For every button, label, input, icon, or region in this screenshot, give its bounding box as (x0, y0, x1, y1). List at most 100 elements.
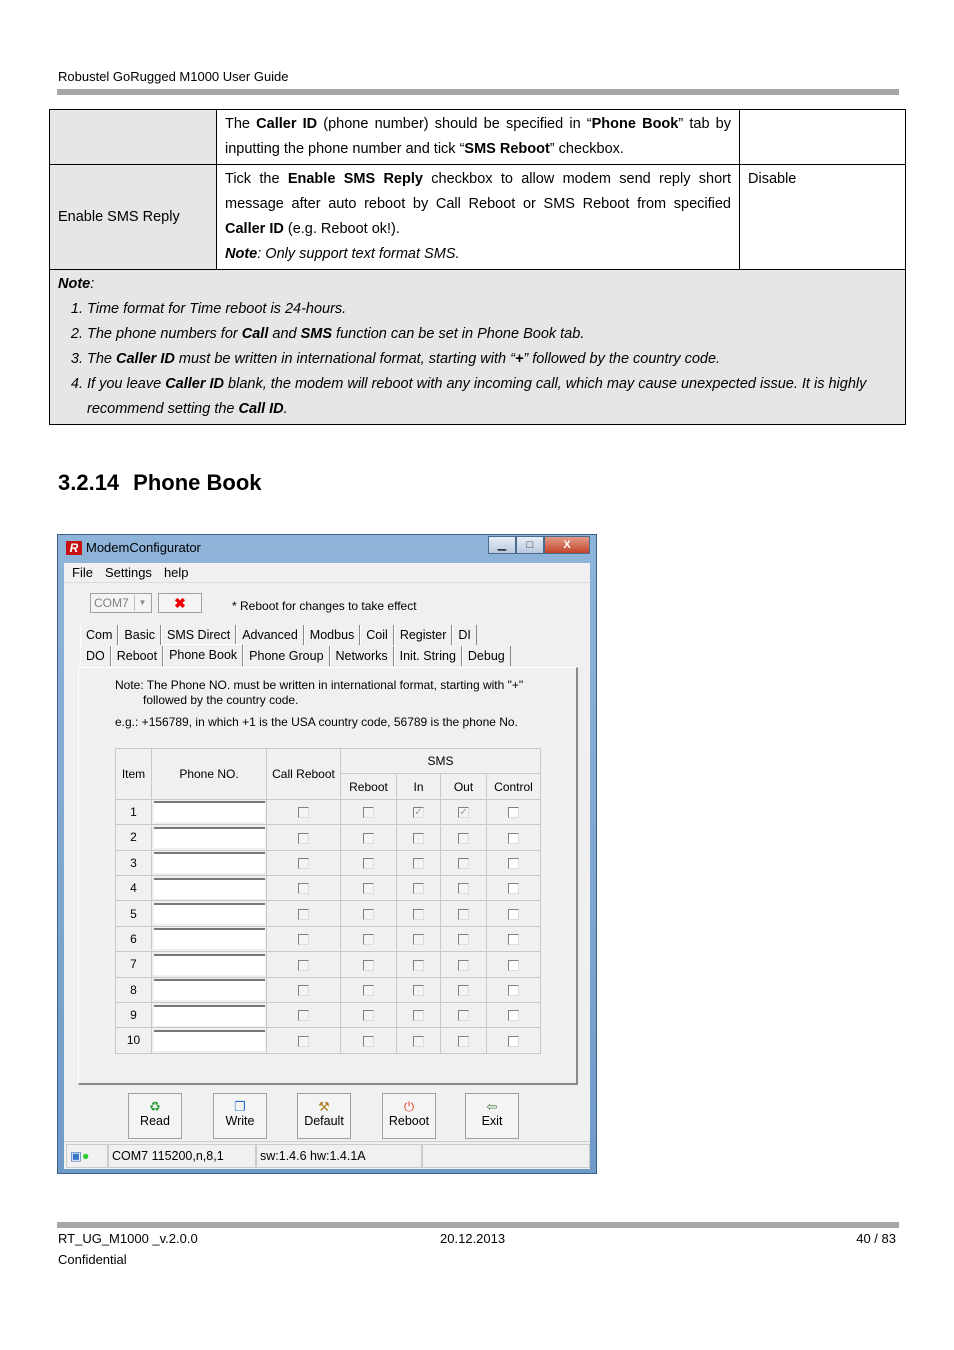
sms-in-checkbox[interactable] (413, 858, 424, 870)
sms-out-checkbox[interactable]: ✓ (458, 807, 469, 819)
sms-in-checkbox[interactable] (413, 883, 424, 895)
sms-control-checkbox[interactable] (508, 858, 519, 870)
disconnect-button[interactable]: ✖ (158, 593, 202, 613)
sms-in-checkbox[interactable] (413, 832, 424, 844)
sms-in-checkbox[interactable] (413, 985, 424, 997)
sms-reboot-checkbox[interactable] (363, 934, 374, 946)
tab-coil[interactable]: Coil (360, 625, 394, 645)
sms-in-checkbox[interactable] (413, 959, 424, 971)
sms-in-checkbox[interactable]: ✓ (413, 807, 424, 819)
sms-in-checkbox[interactable] (413, 1035, 424, 1047)
tab-debug[interactable]: Debug (461, 646, 511, 666)
sms-in-checkbox[interactable] (413, 934, 424, 946)
read-button[interactable]: ♻ Read (128, 1093, 182, 1139)
menu-help[interactable]: help (164, 563, 189, 582)
call-reboot-checkbox[interactable] (298, 959, 309, 971)
sms-out-cell: ✓ (440, 798, 487, 826)
sms-out-checkbox[interactable] (458, 985, 469, 997)
sms-out-checkbox[interactable] (458, 883, 469, 895)
phone-row: 4 (115, 874, 541, 902)
phone-input[interactable] (153, 877, 265, 899)
default-button[interactable]: ⚒ Default (297, 1093, 351, 1139)
call-reboot-checkbox[interactable] (298, 985, 309, 997)
exit-button[interactable]: ⇦ Exit (465, 1093, 519, 1139)
sms-control-checkbox[interactable] (508, 807, 519, 819)
sms-in-checkbox[interactable] (413, 908, 424, 920)
sms-reboot-checkbox[interactable] (363, 959, 374, 971)
maximize-button[interactable]: □ (516, 536, 544, 554)
app-logo-icon: R (66, 541, 82, 555)
phone-input[interactable] (153, 928, 265, 950)
phone-input[interactable] (153, 826, 265, 848)
write-button[interactable]: ❐ Write (213, 1093, 267, 1139)
sms-reboot-checkbox[interactable] (363, 807, 374, 819)
sms-reboot-checkbox[interactable] (363, 1035, 374, 1047)
sms-control-checkbox[interactable] (508, 908, 519, 920)
com-port-select[interactable]: COM7 ▼ (90, 593, 152, 613)
chevron-down-icon[interactable]: ▼ (134, 595, 150, 611)
sms-control-checkbox[interactable] (508, 1010, 519, 1022)
tab-modbus[interactable]: Modbus (303, 625, 361, 645)
tab-sms-direct[interactable]: SMS Direct (160, 625, 237, 645)
sms-control-checkbox[interactable] (508, 832, 519, 844)
call-reboot-checkbox[interactable] (298, 858, 309, 870)
sms-out-checkbox[interactable] (458, 832, 469, 844)
menu-file[interactable]: File (72, 563, 93, 582)
sms-control-checkbox[interactable] (508, 934, 519, 946)
sms-out-checkbox[interactable] (458, 908, 469, 920)
sms-out-checkbox[interactable] (458, 934, 469, 946)
tab-advanced[interactable]: Advanced (236, 625, 304, 645)
call-reboot-checkbox[interactable] (298, 908, 309, 920)
reboot-button[interactable]: ⏻ Reboot (382, 1093, 436, 1139)
phone-input[interactable] (153, 953, 265, 975)
sms-reboot-checkbox[interactable] (363, 985, 374, 997)
phone-input[interactable] (153, 979, 265, 1001)
tab-do[interactable]: DO (80, 646, 111, 666)
tab-register[interactable]: Register (393, 625, 453, 645)
tab-di[interactable]: DI (452, 625, 477, 645)
tab-phone-group[interactable]: Phone Group (243, 646, 330, 666)
phone-row: 7 (115, 951, 541, 978)
phone-input[interactable] (153, 903, 265, 925)
sms-control-checkbox[interactable] (508, 1035, 519, 1047)
tab-init-string[interactable]: Init. String (393, 646, 462, 666)
status-empty (422, 1144, 590, 1168)
call-reboot-checkbox[interactable] (298, 934, 309, 946)
com-port-value: COM7 (94, 596, 129, 610)
sms-reboot-checkbox[interactable] (363, 858, 374, 870)
tab-com[interactable]: Com (80, 625, 119, 645)
tab-phone-book[interactable]: Phone Book (163, 644, 244, 666)
sms-control-checkbox[interactable] (508, 883, 519, 895)
sms-reboot-checkbox[interactable] (363, 1010, 374, 1022)
call-reboot-checkbox[interactable] (298, 1035, 309, 1047)
sms-out-checkbox[interactable] (458, 1035, 469, 1047)
sms-out-checkbox[interactable] (458, 1010, 469, 1022)
phone-input[interactable] (153, 1004, 265, 1026)
call-reboot-checkbox[interactable] (298, 1010, 309, 1022)
menu-settings[interactable]: Settings (105, 563, 152, 582)
minimize-button[interactable]: ▁ (488, 536, 516, 554)
phone-input[interactable] (153, 852, 265, 874)
tab-reboot[interactable]: Reboot (110, 646, 164, 666)
sms-control-checkbox[interactable] (508, 985, 519, 997)
phone-input[interactable] (153, 801, 265, 823)
title-bar[interactable]: R ModemConfigurator ▁ □ X (58, 535, 596, 561)
sms-reboot-checkbox[interactable] (363, 883, 374, 895)
sms-reboot-checkbox[interactable] (363, 832, 374, 844)
call-reboot-checkbox[interactable] (298, 832, 309, 844)
close-button[interactable]: X (544, 536, 590, 554)
window-client: File Settings help COM7 ▼ ✖ * Reboot for… (64, 563, 590, 1169)
sms-out-checkbox[interactable] (458, 858, 469, 870)
status-bar: ▣● COM7 115200,n,8,1 sw:1.4.6 hw:1.4.1A (64, 1141, 590, 1169)
call-reboot-cell (266, 900, 341, 927)
tab-basic[interactable]: Basic (118, 625, 161, 645)
sms-in-checkbox[interactable] (413, 1010, 424, 1022)
phone-input[interactable] (153, 1029, 265, 1051)
call-reboot-checkbox[interactable] (298, 807, 309, 819)
phone-book-grid: Item Phone NO. Call Reboot SMS Reboot In… (115, 747, 541, 1054)
call-reboot-checkbox[interactable] (298, 883, 309, 895)
tab-networks[interactable]: Networks (329, 646, 394, 666)
sms-out-checkbox[interactable] (458, 959, 469, 971)
sms-control-checkbox[interactable] (508, 959, 519, 971)
sms-reboot-checkbox[interactable] (363, 908, 374, 920)
